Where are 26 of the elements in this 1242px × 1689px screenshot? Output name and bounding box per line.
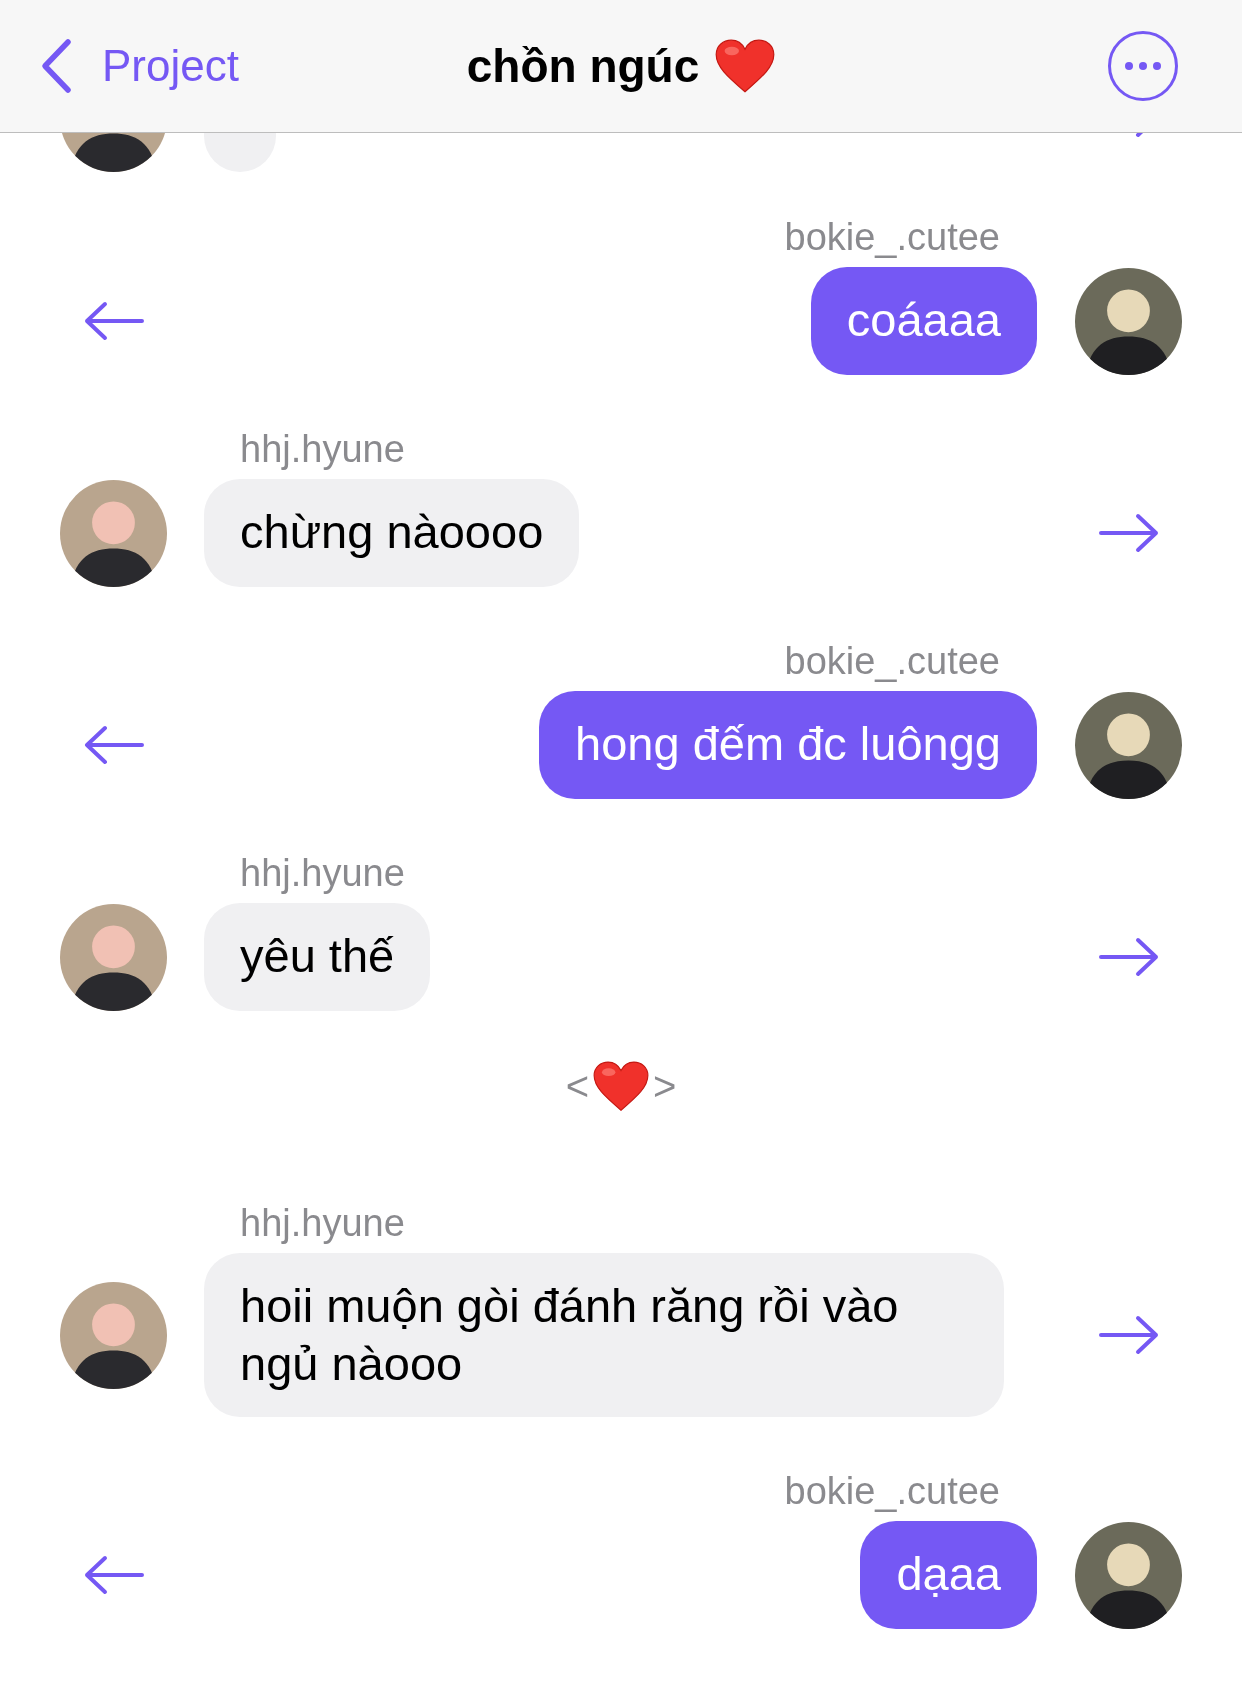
heart-icon [593, 1061, 649, 1112]
message-bubble: chừng nàoooo [204, 479, 580, 587]
message-bubble: hoii muộn gòi đánh răng rồi vào ngủ nàooo [204, 1253, 1004, 1418]
right-arrow-icon[interactable] [1098, 1315, 1160, 1356]
right-arrow-icon[interactable] [1098, 937, 1160, 977]
message-bubble: dạaa [860, 1521, 1037, 1630]
username: hhj.hyune [240, 1201, 405, 1247]
divider-mark: > [653, 1063, 677, 1109]
username: hhj.hyune [240, 851, 405, 896]
back-button[interactable]: Project [40, 38, 239, 94]
heart-icon [715, 39, 776, 93]
left-arrow-icon[interactable] [83, 1555, 145, 1596]
more-button[interactable] [1108, 31, 1178, 101]
right-arrow-icon[interactable] [1098, 513, 1160, 553]
username: bokie_.cutee [784, 639, 1000, 684]
divider-mark: < [565, 1063, 589, 1109]
message-bubble: yêu thế [204, 903, 431, 1011]
left-arrow-icon[interactable] [83, 725, 145, 765]
left-arrow-icon[interactable] [83, 301, 145, 341]
message-bubble: hong đếm đc luôngg [539, 691, 1037, 799]
message-bubble: coáaaa [810, 267, 1037, 375]
back-chevron-icon [40, 38, 72, 94]
username: bokie_.cutee [784, 215, 1000, 260]
username: bokie_.cutee [784, 1469, 1000, 1515]
username: hhj.hyune [240, 427, 405, 472]
chat-title: chồn ngúc [466, 39, 700, 93]
